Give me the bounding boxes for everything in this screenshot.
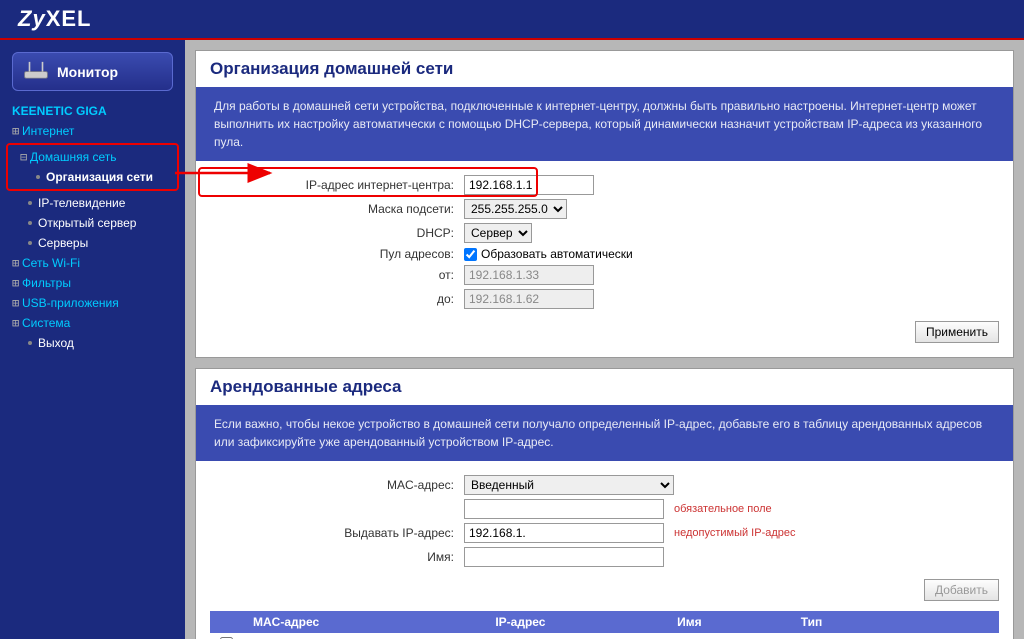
pool-checkbox-label: Образовать автоматически [481,247,633,261]
table-row[interactable]: B8:70:F4:77:F0:4F 192.168.1.33 adva-^^ А… [210,633,999,639]
panel2-title: Арендованные адреса [196,369,1013,405]
panel1-desc: Для работы в домашней сети устройства, п… [196,87,1013,161]
router-icon [23,59,49,84]
leased-table: MAC-адрес IP-адрес Имя Тип B8:70:F4:77:F… [210,611,999,639]
ip-give-input[interactable] [464,523,664,543]
from-input [464,265,594,285]
err-required: обязательное поле [674,503,772,515]
name-input[interactable] [464,547,664,567]
nav-filters[interactable]: ⊞Фильтры [0,273,185,293]
mac-label: MAC-адрес: [216,478,464,492]
nav-sub-org[interactable]: Организация сети [8,167,177,187]
monitor-label: Монитор [57,64,118,80]
sidebar: Монитор KEENETIC GIGA ⊞Интернет ⊟Домашня… [0,40,185,639]
from-label: от: [216,268,464,282]
err-invalid: недопустимый IP-адрес [674,527,796,539]
topbar: ZyXEL [0,0,1024,40]
dhcp-label: DHCP: [216,226,464,240]
mask-select[interactable]: 255.255.255.0 [464,199,567,219]
nav-wifi[interactable]: ⊞Сеть Wi-Fi [0,253,185,273]
nav-sub-servers[interactable]: Серверы [0,233,185,253]
panel-network-org: Организация домашней сети Для работы в д… [195,50,1014,358]
nav-exit[interactable]: Выход [0,333,185,353]
nav-home-net[interactable]: ⊟Домашняя сеть [8,147,177,167]
device-model: KEENETIC GIGA [0,101,185,121]
to-input [464,289,594,309]
nav-sub-iptv[interactable]: IP-телевидение [0,193,185,213]
mac-select[interactable]: Введенный [464,475,674,495]
panel2-desc: Если важно, чтобы некое устройство в дом… [196,405,1013,461]
pool-label: Пул адресов: [216,247,464,261]
to-label: до: [216,292,464,306]
th-mac: MAC-адрес [243,611,485,633]
dhcp-select[interactable]: Сервер [464,223,532,243]
apply-button[interactable]: Применить [915,321,999,343]
brand-logo: ZyXEL [18,6,91,32]
name-label: Имя: [216,550,464,564]
monitor-button[interactable]: Монитор [12,52,173,91]
nav-usb[interactable]: ⊞USB-приложения [0,293,185,313]
ip-give-label: Выдавать IP-адрес: [216,526,464,540]
th-type: Тип [791,611,999,633]
nav-sub-open-server[interactable]: Открытый сервер [0,213,185,233]
nav-system[interactable]: ⊞Система [0,313,185,333]
nav: KEENETIC GIGA ⊞Интернет ⊟Домашняя сеть О… [0,99,185,355]
mask-label: Маска подсети: [216,202,464,216]
th-name: Имя [667,611,791,633]
add-button[interactable]: Добавить [924,579,999,601]
panel-leased: Арендованные адреса Если важно, чтобы не… [195,368,1014,639]
content: Организация домашней сети Для работы в д… [185,40,1024,639]
nav-internet[interactable]: ⊞Интернет [0,121,185,141]
ip-input[interactable] [464,175,594,195]
panel1-title: Организация домашней сети [196,51,1013,87]
pool-checkbox[interactable] [464,248,477,261]
th-ip: IP-адрес [485,611,667,633]
ip-label: IP-адрес интернет-центра: [216,178,464,192]
mac-input[interactable] [464,499,664,519]
